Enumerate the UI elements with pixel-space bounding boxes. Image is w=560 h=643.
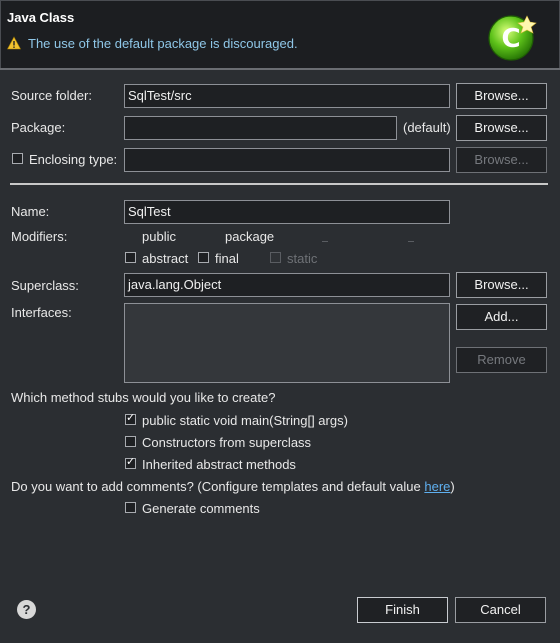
final-label: final <box>215 251 239 266</box>
package-label: Package: <box>11 120 66 135</box>
dialog-header <box>0 0 560 69</box>
generate-comments-label: Generate comments <box>142 501 260 516</box>
enclosing-type-browse-button[interactable]: Browse... <box>456 147 547 173</box>
static-label: static <box>287 251 318 266</box>
final-checkbox[interactable] <box>198 252 209 263</box>
package-input[interactable] <box>124 116 397 140</box>
remove-interface-button[interactable]: Remove <box>456 347 547 373</box>
help-icon[interactable]: ? <box>17 600 36 619</box>
configure-templates-link[interactable]: here <box>424 479 450 494</box>
source-folder-label: Source folder: <box>11 88 92 103</box>
interfaces-label: Interfaces: <box>11 305 72 320</box>
comments-question-text: Do you want to add comments? (Configure … <box>11 479 425 494</box>
warning-message: The use of the default package is discou… <box>28 36 298 51</box>
name-input[interactable]: SqlTest <box>124 200 450 224</box>
stub-inherited-label: Inherited abstract methods <box>142 457 296 472</box>
modifier-protected-placeholder <box>408 241 414 242</box>
stub-inherited-checkbox[interactable] <box>125 455 136 469</box>
cancel-button[interactable]: Cancel <box>455 597 546 623</box>
stub-constructors-label: Constructors from superclass <box>142 435 312 450</box>
package-browse-button[interactable]: Browse... <box>456 115 547 141</box>
modifier-package-label[interactable]: package <box>225 229 274 244</box>
source-folder-input[interactable]: SqlTest/src <box>124 84 450 108</box>
abstract-checkbox[interactable] <box>125 252 136 263</box>
comments-question-suffix: ) <box>450 479 455 494</box>
superclass-input[interactable]: java.lang.Object <box>124 273 450 297</box>
finish-button[interactable]: Finish <box>357 597 448 623</box>
stub-main-checkbox[interactable] <box>125 411 136 425</box>
dialog-title: Java Class <box>7 10 75 25</box>
svg-text:C: C <box>501 24 520 54</box>
static-checkbox[interactable] <box>270 252 281 263</box>
enclosing-type-input[interactable] <box>124 148 450 172</box>
package-default-label: (default) <box>403 120 451 135</box>
name-label: Name: <box>11 204 50 219</box>
interfaces-list[interactable] <box>124 303 450 383</box>
header-divider <box>0 68 560 70</box>
warning-icon <box>7 36 21 50</box>
new-class-logo-icon: C <box>488 15 537 61</box>
stubs-question: Which method stubs would you like to cre… <box>11 390 276 405</box>
superclass-label: Superclass: <box>11 278 79 293</box>
modifier-private-placeholder <box>322 241 328 242</box>
enclosing-type-checkbox[interactable] <box>12 153 23 164</box>
modifiers-label: Modifiers: <box>11 229 68 244</box>
enclosing-type-label: Enclosing type: <box>29 152 118 167</box>
source-folder-browse-button[interactable]: Browse... <box>456 83 547 109</box>
superclass-browse-button[interactable]: Browse... <box>456 272 547 298</box>
generate-comments-checkbox[interactable] <box>125 502 136 513</box>
abstract-label: abstract <box>142 251 189 266</box>
stub-main-label: public static void main(String[] args) <box>142 413 348 428</box>
add-interface-button[interactable]: Add... <box>456 304 547 330</box>
stub-constructors-checkbox[interactable] <box>125 436 136 447</box>
comments-question: Do you want to add comments? (Configure … <box>11 479 455 494</box>
form-separator <box>10 183 548 185</box>
modifier-public-label[interactable]: public <box>142 229 176 244</box>
